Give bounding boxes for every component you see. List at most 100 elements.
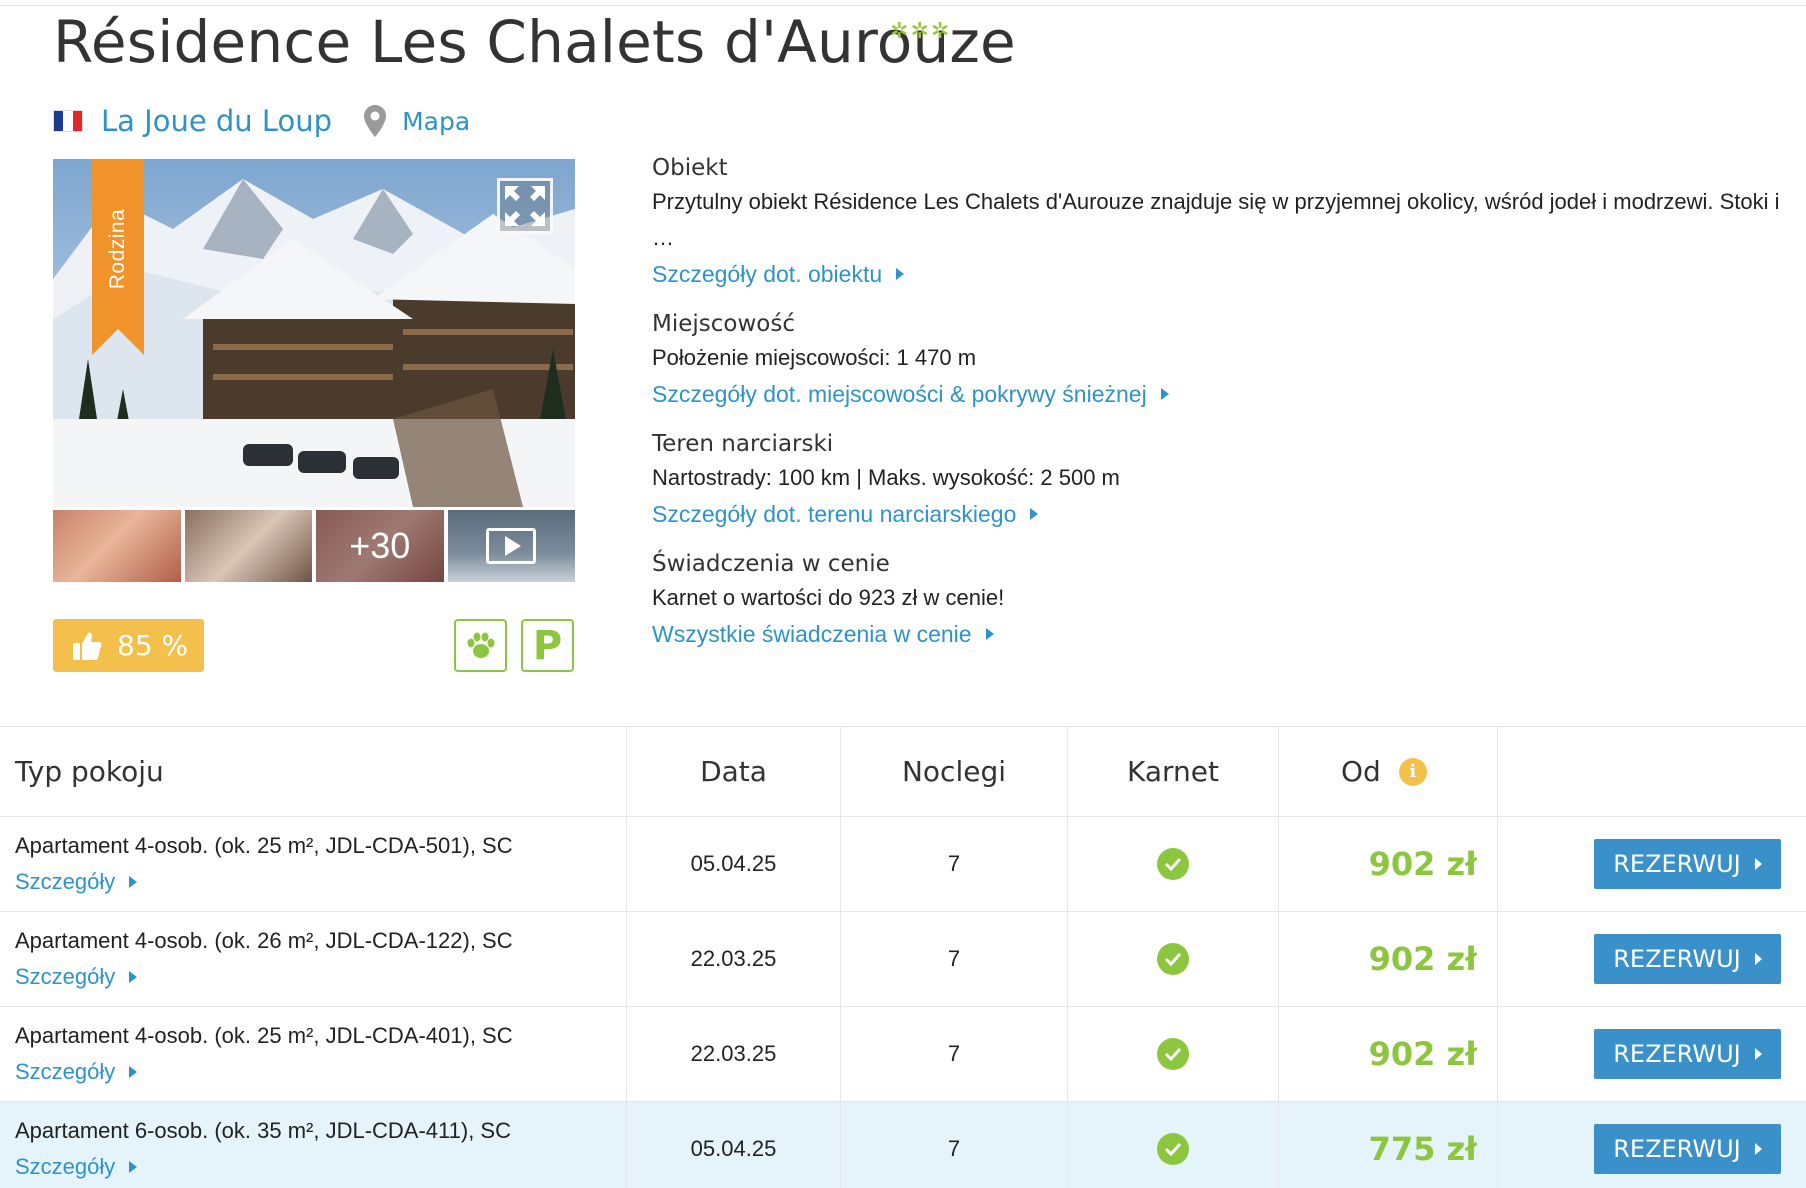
section-title: Obiekt — [652, 155, 728, 181]
price-value: 902 zł — [1368, 940, 1477, 978]
nights-value: 7 — [947, 946, 961, 971]
property-details-link[interactable]: Szczegóły dot. obiektu — [652, 256, 905, 292]
link-label: Szczegóły dot. obiektu — [652, 261, 883, 287]
ski-pass-cell — [1068, 912, 1279, 1006]
hotel-title: Résidence Les Chalets d'Aurouze — [53, 8, 1016, 76]
france-flag-icon — [53, 110, 83, 132]
map-pin-icon[interactable] — [362, 104, 388, 138]
price-value: 775 zł — [1368, 1130, 1477, 1168]
caret-right-icon — [1754, 1048, 1762, 1060]
nights-cell: 7 — [841, 1007, 1068, 1101]
room-cell: Apartament 6-osob. (ok. 35 m², JDL-CDA-4… — [0, 1102, 627, 1188]
table-row: Apartament 4-osob. (ok. 25 m², JDL-CDA-4… — [0, 1007, 1806, 1102]
price-cell: 775 zł — [1279, 1102, 1498, 1188]
nights-value: 7 — [947, 851, 961, 876]
table-row: Apartament 6-osob. (ok. 35 m², JDL-CDA-4… — [0, 1102, 1806, 1188]
section-resort: Miejscowość Położenie miejscowości: 1 47… — [652, 308, 1792, 412]
check-icon — [1157, 943, 1189, 975]
caret-right-icon — [1754, 858, 1762, 870]
caret-right-icon — [129, 971, 138, 983]
book-button[interactable]: REZERWUJ — [1594, 934, 1781, 984]
included-services-link[interactable]: Wszystkie świadczenia w cenie — [652, 616, 994, 652]
thumbnail-photo[interactable] — [184, 510, 312, 582]
caret-right-icon — [1754, 1143, 1762, 1155]
expand-icon[interactable] — [497, 178, 553, 234]
more-photos-count: +30 — [316, 510, 444, 582]
ski-pass-cell — [1068, 1007, 1279, 1101]
action-cell: REZERWUJ — [1498, 1007, 1806, 1101]
section-title: Świadczenia w cenie — [652, 551, 890, 577]
room-cell: Apartament 4-osob. (ok. 25 m², JDL-CDA-4… — [0, 1007, 627, 1101]
link-label: Szczegóły dot. miejscowości & pokrywy śn… — [652, 381, 1147, 407]
room-name: Apartament 4-osob. (ok. 25 m², JDL-CDA-4… — [15, 1023, 513, 1048]
price-cell: 902 zł — [1279, 1007, 1498, 1101]
book-button[interactable]: REZERWUJ — [1594, 1029, 1781, 1079]
section-property: Obiekt Przytulny obiekt Résidence Les Ch… — [652, 152, 1792, 292]
location-link[interactable]: La Joue du Loup — [101, 104, 332, 138]
caret-right-icon — [129, 1161, 138, 1173]
price-value: 902 zł — [1368, 845, 1477, 883]
info-icon[interactable]: i — [1398, 757, 1427, 786]
room-cell: Apartament 4-osob. (ok. 26 m², JDL-CDA-1… — [0, 912, 627, 1006]
thumbnail-video[interactable] — [447, 510, 575, 582]
caret-right-icon — [1030, 508, 1039, 520]
date-value: 22.03.25 — [690, 946, 777, 971]
section-text: Karnet o wartości do 923 zł w cenie! — [652, 585, 1005, 610]
ski-pass-cell — [1068, 1102, 1279, 1188]
nights-value: 7 — [947, 1041, 961, 1066]
room-name: Apartament 6-osob. (ok. 35 m², JDL-CDA-4… — [15, 1118, 511, 1143]
main-photo[interactable]: Rodzina — [53, 159, 575, 507]
nights-cell: 7 — [841, 912, 1068, 1006]
caret-right-icon — [129, 1066, 138, 1078]
date-cell: 05.04.25 — [627, 817, 841, 911]
room-details-link[interactable]: Szczegóły — [15, 961, 513, 993]
section-text: Nartostrady: 100 km | Maks. wysokość: 2 … — [652, 465, 1120, 490]
date-cell: 22.03.25 — [627, 912, 841, 1006]
top-divider — [0, 5, 1806, 6]
section-text: Przytulny obiekt Résidence Les Chalets d… — [652, 189, 1780, 250]
book-button[interactable]: REZERWUJ — [1594, 839, 1781, 889]
room-details-link[interactable]: Szczegóły — [15, 866, 513, 898]
play-video-icon — [486, 528, 537, 564]
resort-details-link[interactable]: Szczegóły dot. miejscowości & pokrywy śn… — [652, 376, 1169, 412]
button-label: REZERWUJ — [1613, 945, 1741, 973]
photo-thumbnails: +30 — [53, 510, 575, 582]
details-label: Szczegóły — [15, 869, 116, 894]
date-cell: 22.03.25 — [627, 1007, 841, 1101]
ribbon-label: Rodzina — [106, 208, 129, 290]
header-nights: Noclegi — [841, 727, 1068, 816]
thumbnail-more-photos[interactable]: +30 — [316, 510, 444, 582]
price-cell: 902 zł — [1279, 912, 1498, 1006]
caret-right-icon — [1754, 953, 1762, 965]
caret-right-icon — [129, 876, 138, 888]
date-value: 05.04.25 — [690, 851, 777, 876]
room-name: Apartament 4-osob. (ok. 26 m², JDL-CDA-1… — [15, 928, 513, 953]
section-included: Świadczenia w cenie Karnet o wartości do… — [652, 548, 1792, 652]
header-date: Data — [627, 727, 841, 816]
header-price-from: Od i — [1279, 727, 1498, 816]
thumbnail-photo[interactable] — [53, 510, 181, 582]
check-icon — [1157, 848, 1189, 880]
table-row: Apartament 4-osob. (ok. 25 m², JDL-CDA-5… — [0, 817, 1806, 912]
details-label: Szczegóły — [15, 1154, 116, 1179]
link-label: Wszystkie świadczenia w cenie — [652, 621, 972, 647]
parking-label: P — [532, 622, 563, 669]
rating-value: 85 % — [117, 629, 189, 662]
ski-area-details-link[interactable]: Szczegóły dot. terenu narciarskiego — [652, 496, 1039, 532]
nights-cell: 7 — [841, 1102, 1068, 1188]
room-cell: Apartament 4-osob. (ok. 25 m², JDL-CDA-5… — [0, 817, 627, 911]
price-cell: 902 zł — [1279, 817, 1498, 911]
room-details-link[interactable]: Szczegóły — [15, 1151, 511, 1183]
ski-pass-cell — [1068, 817, 1279, 911]
button-label: REZERWUJ — [1613, 1040, 1741, 1068]
star-icon: ✲ — [930, 18, 950, 43]
star-icon: ✲ — [890, 18, 909, 43]
table-header-row: Typ pokoju Data Noclegi Karnet Od i — [0, 726, 1806, 817]
caret-right-icon — [1160, 388, 1169, 400]
star-rating: ✲ ✲ ✲ — [890, 20, 949, 42]
map-link[interactable]: Mapa — [402, 107, 470, 136]
book-button[interactable]: REZERWUJ — [1594, 1124, 1781, 1174]
date-cell: 05.04.25 — [627, 1102, 841, 1188]
room-details-link[interactable]: Szczegóły — [15, 1056, 513, 1088]
section-title: Teren narciarski — [652, 431, 834, 457]
